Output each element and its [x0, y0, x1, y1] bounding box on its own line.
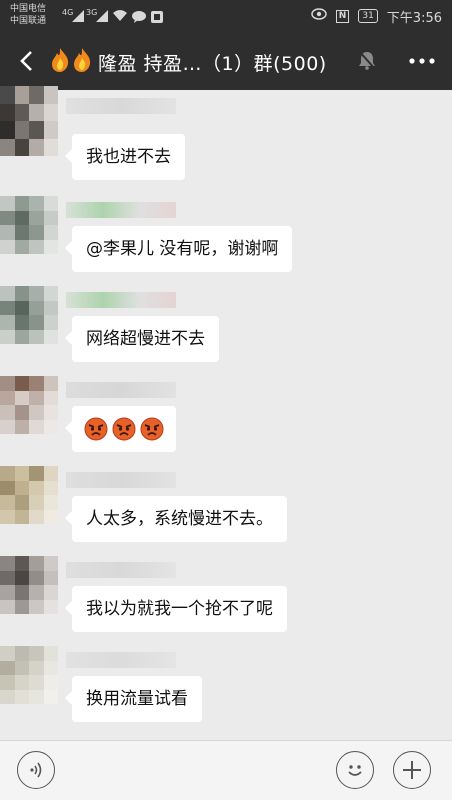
emoji-button[interactable] [336, 751, 374, 789]
message-bubble[interactable]: 换用流量试看 [65, 676, 202, 722]
chat-title: 隆盈 持盈…（1）群(500) [98, 53, 327, 75]
message-bubble[interactable]: 我以为就我一个抢不了呢 [65, 586, 287, 632]
angry-face-icon [84, 417, 108, 441]
flame-icon [74, 48, 91, 72]
avatar[interactable] [0, 556, 58, 614]
wifi-icon [112, 7, 128, 26]
battery-icon: 31 [358, 9, 378, 23]
message-bubble[interactable] [65, 406, 176, 452]
input-bar [0, 740, 452, 800]
app-notification-icon [151, 8, 163, 27]
more-options-button[interactable] [402, 41, 442, 81]
eye-icon [311, 8, 327, 24]
flame-emoji-group [50, 48, 92, 72]
signal-1-icon [72, 7, 84, 26]
message-bubble[interactable]: 网络超慢进不去 [65, 316, 219, 362]
avatar[interactable] [0, 376, 58, 434]
sender-name-blurred [66, 292, 176, 308]
message-text: @李果儿 没有呢，谢谢啊 [86, 239, 279, 259]
chat-header: 隆盈 持盈…（1）群(500) [0, 32, 452, 90]
angry-face-icon [140, 417, 164, 441]
carrier-labels: 中国电信 中国联通 [10, 3, 46, 27]
flame-icon [52, 48, 69, 72]
message-text: 我以为就我一个抢不了呢 [86, 599, 273, 619]
back-arrow-icon [20, 51, 32, 71]
avatar[interactable] [0, 466, 58, 524]
sender-name-blurred [66, 562, 176, 578]
smiley-icon [348, 765, 362, 776]
nfc-icon: N [335, 9, 350, 23]
voice-input-button[interactable] [17, 751, 55, 789]
carrier-2: 中国联通 [10, 16, 47, 26]
message-bubble[interactable]: 人太多，系统慢进不去。 [65, 496, 287, 542]
message-notification-icon [132, 8, 146, 27]
avatar[interactable] [0, 286, 58, 344]
status-bar: 中国电信 中国联通 4G 3G N 31 下午3:56 [0, 0, 452, 32]
status-right: N 31 下午3:56 [311, 7, 442, 26]
status-time: 下午3:56 [386, 10, 442, 26]
message-text: 我也进不去 [86, 147, 171, 167]
avatar[interactable] [0, 196, 58, 254]
angry-face-icon [112, 417, 136, 441]
signal-2-icon [96, 7, 108, 26]
message-text: 网络超慢进不去 [86, 329, 205, 349]
message-text: 换用流量试看 [86, 689, 188, 709]
sender-name-blurred [66, 98, 176, 114]
avatar[interactable] [0, 86, 58, 156]
sender-name-blurred [66, 382, 176, 398]
voice-wave-icon [30, 762, 42, 778]
back-button[interactable] [6, 41, 46, 81]
sender-name-blurred [66, 652, 176, 668]
message-text: 人太多，系统慢进不去。 [86, 509, 273, 529]
sender-name-blurred [66, 472, 176, 488]
sender-name-blurred [66, 202, 176, 218]
plus-icon [403, 761, 421, 779]
more-dots-icon [409, 58, 435, 64]
message-bubble[interactable]: 我也进不去 [65, 134, 185, 180]
avatar[interactable] [0, 646, 58, 704]
more-functions-button[interactable] [393, 751, 431, 789]
emoji-row [84, 406, 164, 452]
carrier-1: 中国电信 [10, 4, 47, 14]
message-bubble[interactable]: @李果儿 没有呢，谢谢啊 [64, 226, 293, 272]
mute-bell-icon [358, 50, 376, 74]
